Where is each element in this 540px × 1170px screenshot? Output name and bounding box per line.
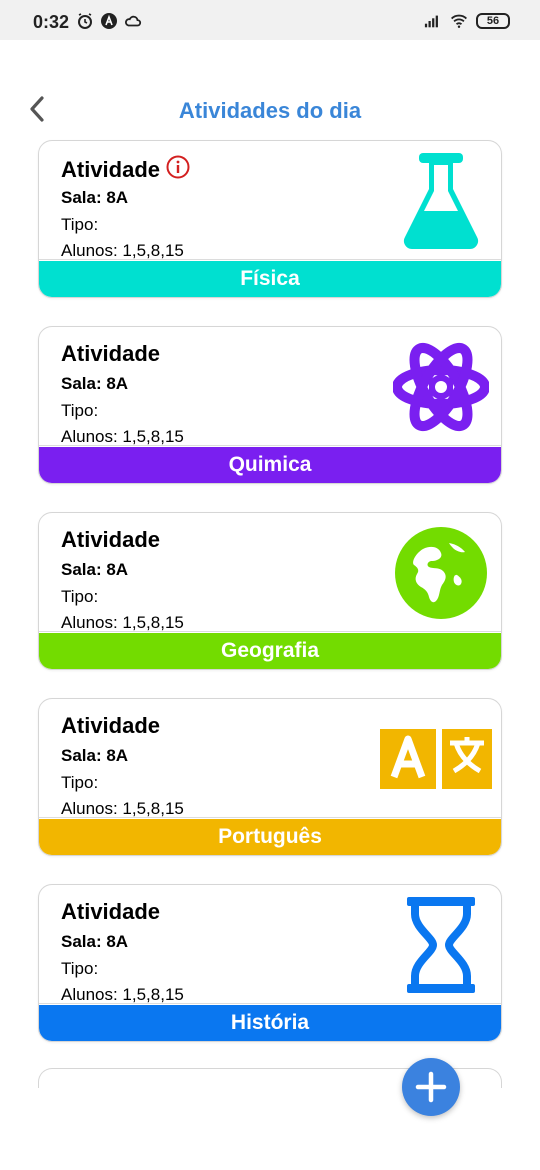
subject-band: Geografia — [39, 633, 501, 669]
activity-title-text: Atividade — [61, 157, 161, 182]
plus-icon — [415, 1071, 447, 1103]
globe-icon — [391, 523, 491, 623]
subject-band: Português — [39, 819, 501, 855]
activity-title: Atividade — [61, 155, 190, 185]
activity-room: Sala: 8A — [61, 374, 129, 393]
activity-students: Alunos: 1,5,8,15 — [61, 241, 184, 260]
activity-card[interactable]: Atividade Sala: 8A Tipo: Alunos: 1,5,8,1… — [38, 698, 502, 856]
battery-icon: 56 — [476, 13, 510, 29]
activity-students: Alunos: 1,5,8,15 — [61, 613, 184, 632]
activity-room: Sala: 8A — [61, 188, 129, 207]
activity-title: Atividade — [61, 899, 160, 925]
status-time: 0:32 — [33, 12, 70, 32]
activity-students: Alunos: 1,5,8,15 — [61, 799, 184, 818]
activity-card[interactable]: Atividade Sala: 8A Tipo: Alunos: 1,5,8,1… — [38, 140, 502, 298]
cloud-icon — [124, 12, 142, 30]
add-activity-button[interactable] — [402, 1058, 460, 1116]
activity-title-text: Atividade — [61, 713, 161, 738]
activity-title-text: Atividade — [61, 341, 161, 366]
flask-icon — [391, 151, 491, 251]
activity-room: Sala: 8A — [61, 932, 129, 951]
activity-card[interactable]: Atividade Sala: 8A Tipo: Alunos: 1,5,8,1… — [38, 884, 502, 1042]
activity-students: Alunos: 1,5,8,15 — [61, 985, 184, 1004]
activity-card[interactable]: Atividade Sala: 8A Tipo: Alunos: 1,5,8,1… — [38, 326, 502, 484]
activity-room: Sala: 8A — [61, 560, 129, 579]
activity-title-text: Atividade — [61, 899, 161, 924]
page-title: Atividades do dia — [178, 98, 362, 123]
activity-title: Atividade — [61, 713, 160, 739]
activity-title-text: Atividade — [61, 527, 161, 552]
signal-icon — [424, 12, 442, 30]
wifi-icon — [450, 12, 468, 30]
subject-band: História — [39, 1005, 501, 1041]
info-alert-icon[interactable] — [166, 155, 190, 185]
atom-icon — [391, 337, 491, 437]
status-bar: 0:32 56 — [0, 0, 540, 40]
activity-type: Tipo: — [61, 773, 99, 792]
hourglass-icon — [391, 895, 491, 995]
alarm-icon — [76, 12, 94, 30]
activity-title: Atividade — [61, 341, 160, 367]
subject-band: Quimica — [39, 447, 501, 483]
activity-students: Alunos: 1,5,8,15 — [61, 427, 184, 446]
activity-card[interactable]: Atividade Sala: 8A Tipo: Alunos: 1,5,8,1… — [38, 512, 502, 670]
activity-type: Tipo: — [61, 587, 99, 606]
activity-title: Atividade — [61, 527, 160, 553]
activity-type: Tipo: — [61, 959, 99, 978]
subject-band: Física — [39, 261, 501, 297]
app-icon — [100, 12, 118, 30]
activity-type: Tipo: — [61, 401, 99, 420]
activity-type: Tipo: — [61, 215, 99, 234]
translate-icon — [379, 709, 493, 809]
activity-room: Sala: 8A — [61, 746, 129, 765]
